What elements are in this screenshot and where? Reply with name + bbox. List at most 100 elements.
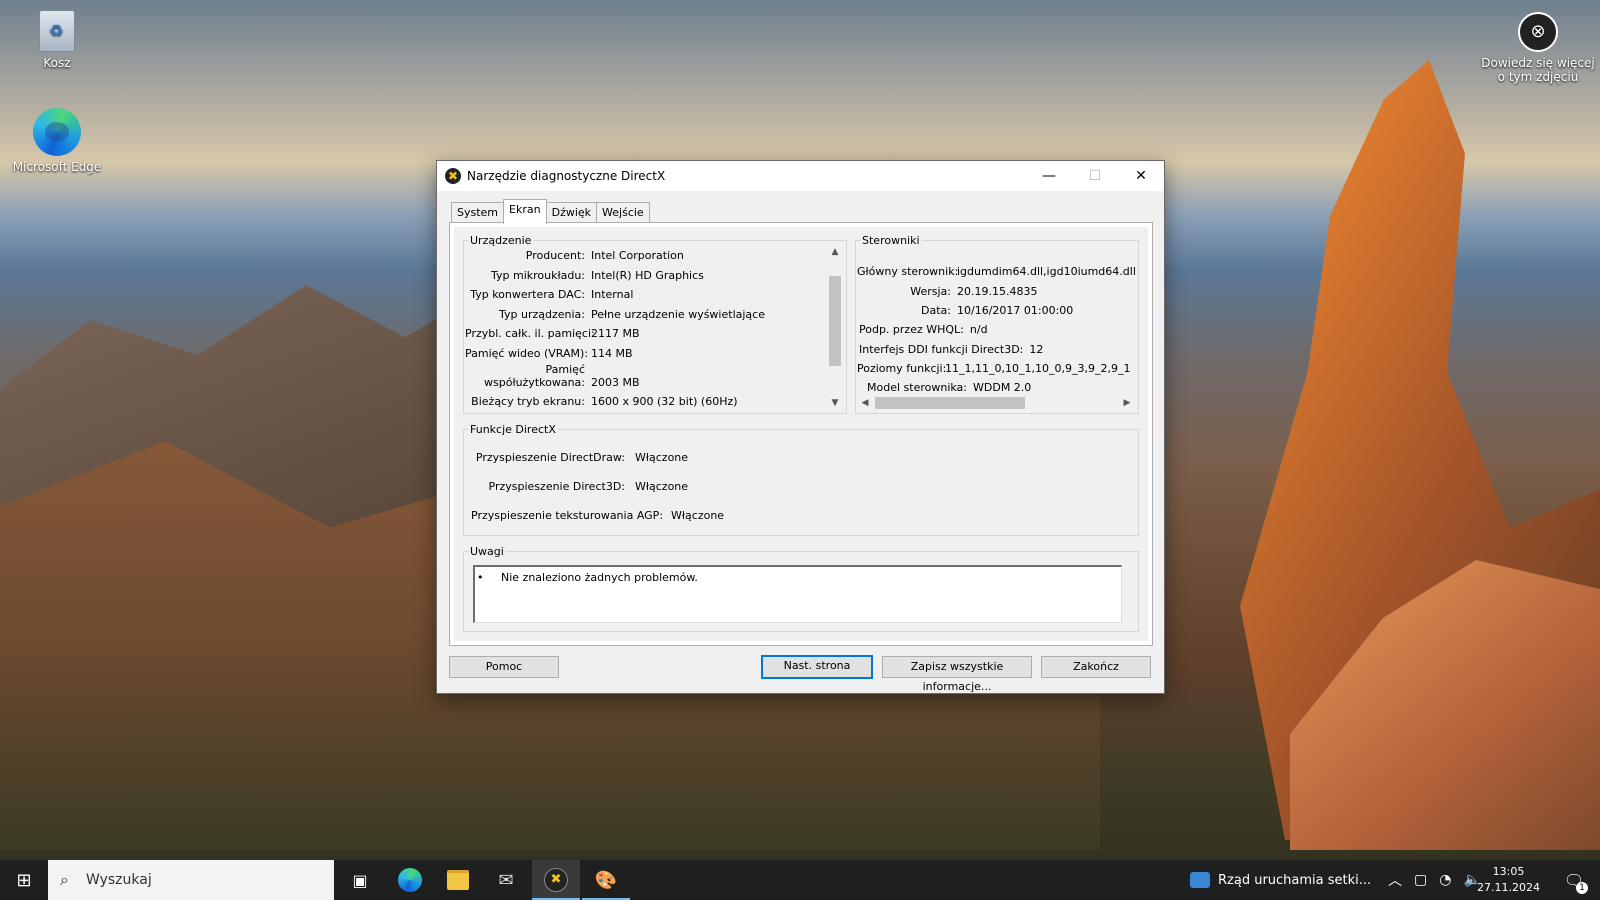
taskbar-directx-button[interactable]: ✖ [532,860,580,900]
taskbar-file-explorer-button[interactable] [434,860,482,900]
minimize-button[interactable]: — [1026,161,1072,191]
task-view-icon: ▣ [352,870,368,890]
info-label: Interfejs DDI funkcji Direct3D: [859,343,1024,356]
meet-now-icon[interactable]: ▢ [1414,872,1427,888]
scroll-thumb[interactable] [875,397,1025,409]
drivers-horizontal-scrollbar[interactable]: ◀ ▶ [857,395,1135,411]
info-label: Podp. przez WHQL: [859,323,964,336]
scroll-thumb[interactable] [829,276,841,366]
help-button[interactable]: Pomoc [449,656,559,678]
driver-row: Data: 10/16/2017 01:00:00 [857,304,1073,317]
driver-row: Interfejs DDI funkcji Direct3D: 12 [857,343,1043,356]
recycle-bin-icon: ♻ [39,10,75,52]
task-view-button[interactable]: ▣ [336,860,384,900]
device-row: Bieżący tryb ekranu: 1600 x 900 (32 bit) … [465,395,738,408]
start-button[interactable]: ⊞ [0,860,48,900]
device-vertical-scrollbar[interactable]: ▲ ▼ [827,244,843,411]
info-value: 2003 MB [591,376,640,389]
minimize-icon: — [1042,168,1056,184]
mail-icon: ✉ [498,869,514,891]
info-value: 11_1,11_0,10_1,10_0,9_3,9_2,9_1 [945,362,1131,375]
desktop-icon-recycle-bin[interactable]: ♻ Kosz [12,10,102,70]
info-label: Przyspieszenie teksturowania AGP: [471,509,664,522]
taskbar-search-box[interactable]: ⌕ Wyszukaj [48,860,334,900]
device-row: Typ konwertera DAC: Internal [465,288,633,301]
edge-icon [33,108,81,156]
info-label: Typ urządzenia: [498,308,585,321]
notes-legend: Uwagi [470,545,504,558]
maximize-button[interactable]: ☐ [1072,161,1118,191]
folder-icon [447,870,469,890]
directx-icon: ✖ [445,168,461,184]
device-row: Pamięć wideo (VRAM): 114 MB [465,347,633,360]
info-label: Model sterownika: [867,381,967,393]
scroll-down-icon[interactable]: ▼ [827,395,843,411]
taskbar-clock[interactable]: 13:05 27.11.2024 [1477,864,1540,896]
tab-sound[interactable]: Dźwięk [545,202,598,223]
system-tray: ︿ ▢ ◔ 🔈 [1388,860,1481,900]
info-value: Włączone [635,451,689,464]
window-titlebar[interactable]: ✖ Narzędzie diagnostyczne DirectX — ☐ ✕ [437,161,1164,191]
info-label: Wersja: [910,285,951,298]
chevron-up-icon[interactable]: ︿ [1388,870,1402,890]
scroll-left-icon[interactable]: ◀ [857,395,873,411]
tab-strip: System Ekran Dźwięk Wejście [451,199,650,224]
driver-row: Poziomy funkcji:11_1,11_0,10_1,10_0,9_3,… [857,362,1130,375]
news-widget[interactable]: Rząd uruchamia setki... [1190,860,1371,900]
info-value: 20.19.15.4835 [957,285,1038,298]
tab-system[interactable]: System [451,202,505,223]
info-value: Intel Corporation [591,249,684,262]
paint-icon: 🎨 [594,869,618,891]
info-label: Pamięć wideo (VRAM): [465,347,589,360]
taskbar: ⊞ ⌕ Wyszukaj ▣ ✉ ✖ 🎨 Rząd uruchamia setk… [0,860,1600,900]
window-title: Narzędzie diagnostyczne DirectX [467,169,666,183]
desktop-icon-learn-more[interactable]: ⊗ Dowiedz się więcej o tym zdjęciu [1480,12,1596,84]
clock-date: 27.11.2024 [1477,881,1540,894]
edge-icon [398,868,422,892]
action-center-button[interactable]: 🗨 1 [1554,860,1594,900]
driver-row: Główny sterownik:igdumdim64.dll,igd10ium… [857,265,1135,278]
info-label: Główny sterownik: [857,265,959,278]
info-value: 10/16/2017 01:00:00 [957,304,1074,317]
desktop-icon-edge[interactable]: Microsoft Edge [12,108,102,174]
scroll-up-icon[interactable]: ▲ [827,244,843,260]
info-label: Producent: [525,249,585,262]
close-button[interactable]: ✕ [1118,161,1164,191]
network-icon[interactable]: ◔ [1439,872,1451,888]
driver-row: Wersja: 20.19.15.4835 [857,285,1037,298]
drivers-info-list: Główny sterownik:igdumdim64.dll,igd10ium… [857,245,1135,393]
info-value: Włączone [671,509,725,522]
tab-display[interactable]: Ekran [503,199,547,224]
notes-textbox[interactable]: • Nie znaleziono żadnych problemów. [473,565,1122,623]
feature-row-direct3d: Przyspieszenie Direct3D: Włączone [471,480,689,493]
taskbar-edge-button[interactable] [386,860,434,900]
save-all-info-button[interactable]: Zapisz wszystkie informacje... [882,656,1032,693]
info-value: igdumdim64.dll,igd10iumd64.dll,igc [957,265,1135,278]
info-value: n/d [969,323,988,336]
info-label: Przybl. całk. il. pamięci: [465,327,595,340]
news-headline: Rząd uruchamia setki... [1218,872,1372,888]
scroll-right-icon[interactable]: ▶ [1119,395,1135,411]
device-row: Przybl. całk. il. pamięci:2117 MB [465,327,640,340]
camera-info-icon: ⊗ [1518,12,1558,52]
taskbar-paint-button[interactable]: 🎨 [582,860,630,900]
exit-button[interactable]: Zakończ [1041,656,1151,678]
info-label: Data: [921,304,951,317]
info-label-line: współużytkowana: [484,376,585,389]
taskbar-mail-button[interactable]: ✉ [482,860,530,900]
info-value: 1600 x 900 (32 bit) (60Hz) [591,395,738,408]
device-row: Producent: Intel Corporation [465,249,684,262]
device-row: Typ urządzenia: Pełne urządzenie wyświetl… [465,308,765,321]
next-page-button[interactable]: Nast. strona [761,655,873,679]
feature-row-directdraw: Przyspieszenie DirectDraw: Włączone [471,451,688,464]
info-label: Przyspieszenie Direct3D: [488,480,625,493]
info-label: Bieżący tryb ekranu: [471,395,585,408]
news-icon [1190,872,1210,888]
features-legend: Funkcje DirectX [470,423,556,436]
desktop-icon-label: Kosz [43,56,71,70]
notes-item: Nie znaleziono żadnych problemów. [501,571,698,584]
info-label: Pamięć współużytkowana: [465,363,585,389]
notification-count-badge: 1 [1576,882,1588,894]
info-value: Internal [591,288,634,301]
tab-input[interactable]: Wejście [596,202,650,223]
